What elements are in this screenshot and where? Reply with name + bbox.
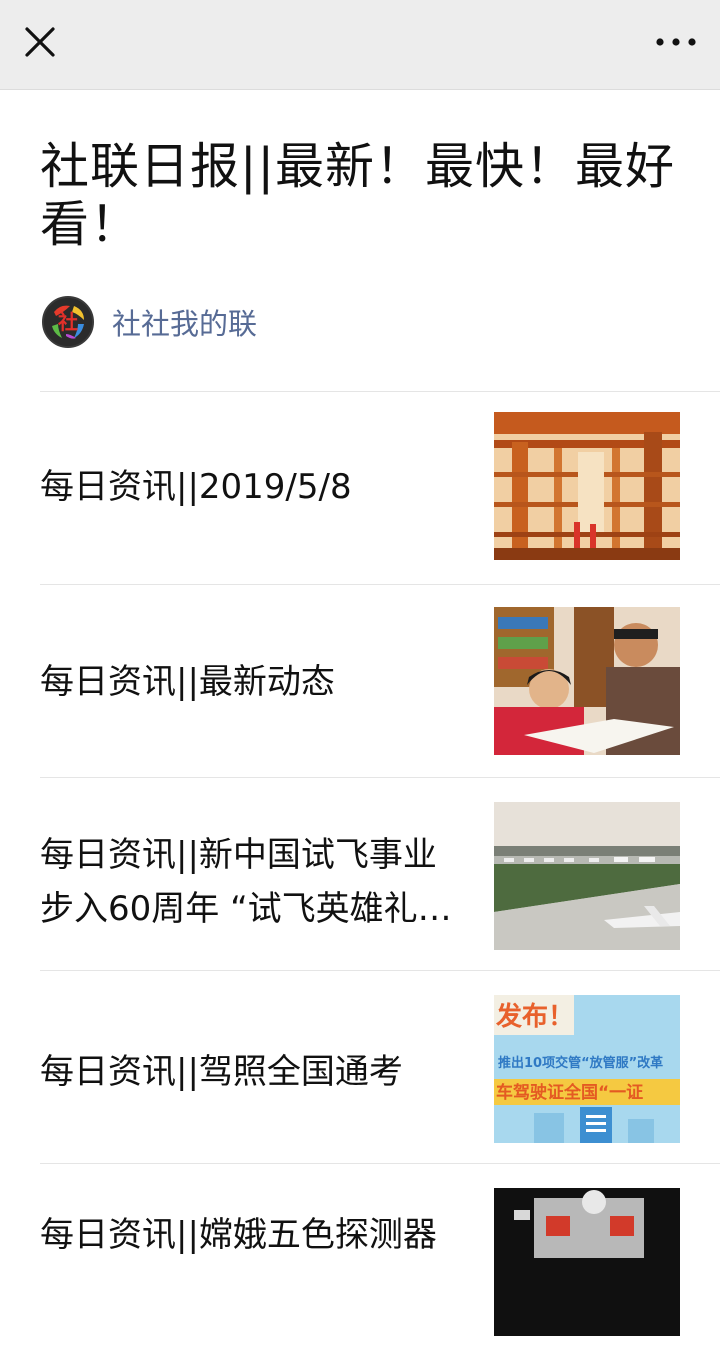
list-item[interactable]: 每日资讯||驾照全国通考 发布！ 推出10项交管“放管服”改革 车驾驶证全国“一… [40,970,720,1163]
list-item[interactable]: 每日资讯||2019/5/8 [40,391,720,584]
top-bar [0,0,720,90]
avatar[interactable]: 社 [42,296,94,348]
industrial-pipes-image[interactable] [494,412,680,560]
list-item-title[interactable]: 每日资讯||新中国试飞事业步入60周年 “试飞英雄礼… [40,828,470,936]
svg-text:发布！: 发布！ [495,1001,574,1032]
svg-text:推出10项交管“放管服”改革: 推出10项交管“放管服”改革 [498,1055,663,1071]
list-item[interactable]: 每日资讯||最新动态 [40,584,720,777]
list-item-title[interactable]: 每日资讯||嫦娥五色探测器 [40,1208,470,1262]
page-title: 社联日报||最新！最快！最好看！ [40,138,676,253]
close-icon[interactable] [22,24,58,60]
list-item-title[interactable]: 每日资讯||驾照全国通考 [40,1045,470,1099]
list-item[interactable]: 每日资讯||嫦娥五色探测器 [40,1163,720,1356]
svg-text:车驾驶证全国“一证: 车驾驶证全国“一证 [496,1082,643,1103]
father-daughter-reading-image[interactable] [494,607,680,755]
list-item[interactable]: 每日资讯||新中国试飞事业步入60周年 “试飞英雄礼… [40,777,720,970]
article-list: 每日资讯||2019/5/8 每日资讯||最新动态 每日资讯||新中国试飞事业步… [40,391,720,1356]
lunar-probe-image[interactable] [494,1188,680,1336]
airfield-image[interactable] [494,802,680,950]
driver-license-poster-image[interactable]: 发布！ 推出10项交管“放管服”改革 车驾驶证全国“一证 [494,995,680,1143]
svg-text:社: 社 [57,310,78,334]
author-name[interactable]: 社社我的联 [112,301,257,343]
more-horizontal-icon[interactable] [654,24,698,60]
list-item-title[interactable]: 每日资讯||2019/5/8 [40,460,470,514]
list-item-title[interactable]: 每日资讯||最新动态 [40,655,470,709]
author-row[interactable]: 社 社社我的联 [42,295,257,349]
